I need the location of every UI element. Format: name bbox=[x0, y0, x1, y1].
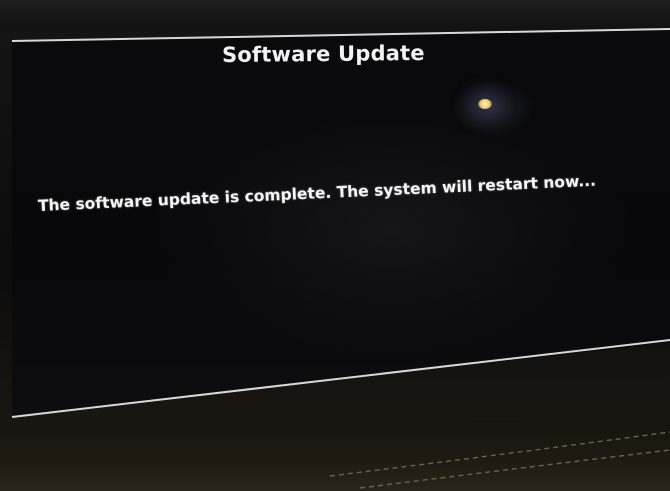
leather-stitching bbox=[329, 431, 670, 489]
stitch-line-lower bbox=[359, 449, 670, 489]
car-infotainment-photo: Software Update The software update is c… bbox=[0, 0, 670, 491]
stitch-line-upper bbox=[329, 431, 670, 477]
